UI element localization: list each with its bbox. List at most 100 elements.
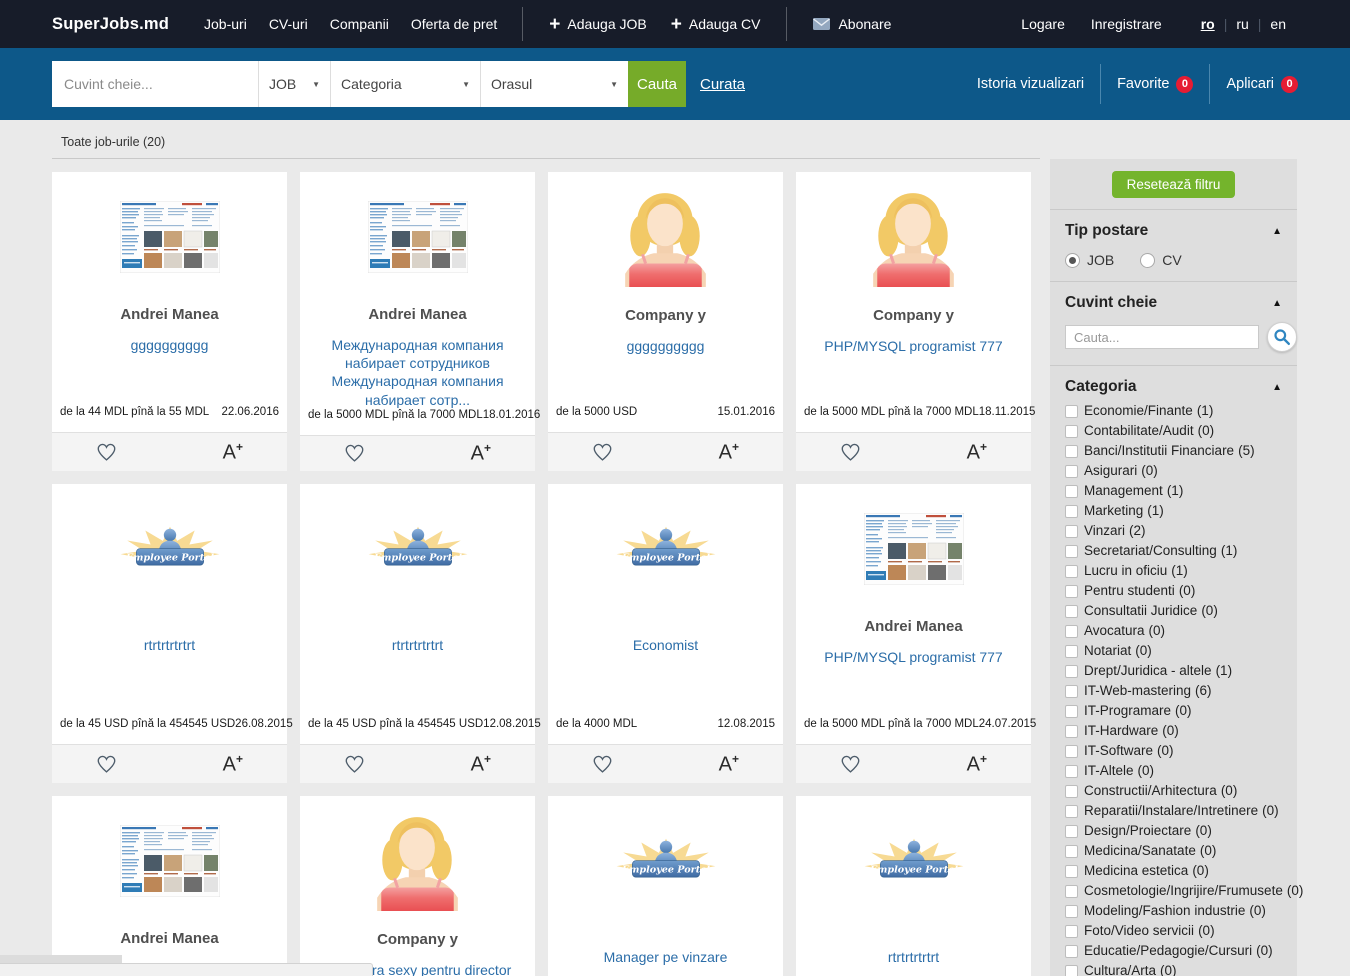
category-filter-item[interactable]: Constructii/Arhitectura (0) xyxy=(1065,784,1282,798)
favorite-button[interactable] xyxy=(344,444,365,463)
job-title-link[interactable]: PHP/MYSQL programist 777 xyxy=(814,337,1012,355)
category-filter-item[interactable]: IT-Software (0) xyxy=(1065,744,1282,758)
status-bubble xyxy=(0,963,373,976)
job-title-link[interactable]: Economist xyxy=(623,636,708,654)
date-text: 12.08.2015 xyxy=(483,718,541,730)
category-filter-item[interactable]: Cosmetologie/Ingrijire/Frumusete (0) xyxy=(1065,884,1282,898)
category-filter-item[interactable]: Pentru studenti (0) xyxy=(1065,584,1282,598)
category-filter-item[interactable]: Reparatii/Instalare/Intretinere (0) xyxy=(1065,804,1282,818)
add-cv-button[interactable]: + Adauga CV xyxy=(659,15,773,34)
svg-text:Employee Portal: Employee Portal xyxy=(868,864,957,875)
category-filter-item[interactable]: Vinzari (2) xyxy=(1065,524,1282,538)
category-filter-item[interactable]: IT-Hardware (0) xyxy=(1065,724,1282,738)
favorite-button[interactable] xyxy=(344,755,365,774)
category-filter-item[interactable]: Design/Proiectare (0) xyxy=(1065,824,1282,838)
category-filter-item[interactable]: Secretariat/Consulting (1) xyxy=(1065,544,1282,558)
nav-item-oferta[interactable]: Oferta de pret xyxy=(400,16,508,32)
job-card: Company y PHP/MYSQL programist 777 de la… xyxy=(796,172,1031,471)
nav-item-cvuri[interactable]: CV-uri xyxy=(258,16,319,32)
nav-item-companii[interactable]: Companii xyxy=(319,16,400,32)
job-title-link[interactable]: rtrtrtrtrtrt xyxy=(134,636,205,654)
apply-button[interactable]: A+ xyxy=(967,440,987,465)
favorite-button[interactable] xyxy=(592,443,613,462)
category-filter-item[interactable]: Management (1) xyxy=(1065,484,1282,498)
job-title-link[interactable]: gggggggggg xyxy=(617,337,715,355)
applications-link[interactable]: Aplicari 0 xyxy=(1226,76,1298,93)
login-link[interactable]: Logare xyxy=(1021,16,1065,32)
job-card: Andrei Manea PHP/MYSQL programist 777 de… xyxy=(796,484,1031,783)
clear-link[interactable]: Curata xyxy=(700,76,745,93)
site-logo[interactable]: SuperJobs.md xyxy=(52,15,169,34)
post-type-section-header[interactable]: Tip postare ▲ xyxy=(1065,222,1282,240)
category-filter-item[interactable]: Consultatii Juridice (0) xyxy=(1065,604,1282,618)
job-title-link[interactable]: PHP/MYSQL programist 777 xyxy=(814,648,1012,666)
category-filter-item[interactable]: Economie/Finante (1) xyxy=(1065,404,1282,418)
radio-cv[interactable]: CV xyxy=(1140,252,1181,268)
category-filter-item[interactable]: Lucru in oficiu (1) xyxy=(1065,564,1282,578)
category-filter-item[interactable]: IT-Web-mastering (6) xyxy=(1065,684,1282,698)
job-title-link[interactable]: Manager pe vinzare xyxy=(594,948,738,966)
add-job-button[interactable]: + Adauga JOB xyxy=(537,15,659,34)
apply-button[interactable]: A+ xyxy=(471,752,491,777)
apply-button[interactable]: A+ xyxy=(719,440,739,465)
favorite-button[interactable] xyxy=(592,755,613,774)
category-filter-item[interactable]: Banci/Institutii Financiare (5) xyxy=(1065,444,1282,458)
apply-button[interactable]: A+ xyxy=(967,752,987,777)
keyword-input[interactable] xyxy=(52,61,258,107)
apply-icon: A+ xyxy=(223,440,243,465)
checkbox-icon xyxy=(1065,765,1078,778)
lang-ru[interactable]: ru xyxy=(1236,16,1248,32)
post-type-select[interactable]: JOB ▼ xyxy=(258,61,330,107)
job-title-link[interactable]: rtrtrtrtrtrt xyxy=(382,636,453,654)
salary-text: de la 5000 MDL pînă la 7000 MDL xyxy=(308,409,483,421)
history-link[interactable]: Istoria vizualizari xyxy=(977,76,1084,92)
apply-button[interactable]: A+ xyxy=(471,441,491,466)
nav-item-joburi[interactable]: Job-uri xyxy=(193,16,258,32)
reset-filter-button[interactable]: Resetează filtru xyxy=(1112,171,1236,198)
svg-text:Employee Portal: Employee Portal xyxy=(372,552,461,563)
job-title-link[interactable]: rtrtrtrtrtrt xyxy=(878,948,949,966)
salary-text: de la 45 USD pînă la 454545 USD xyxy=(308,718,483,730)
city-select[interactable]: Orasul ▼ xyxy=(480,61,628,107)
lang-ro[interactable]: ro xyxy=(1201,16,1215,32)
category-select[interactable]: Categoria ▼ xyxy=(330,61,480,107)
favorite-button[interactable] xyxy=(840,755,861,774)
lang-en[interactable]: en xyxy=(1270,16,1286,32)
apply-button[interactable]: A+ xyxy=(719,752,739,777)
apply-button[interactable]: A+ xyxy=(223,440,243,465)
category-filter-item[interactable]: Medicina/Sanatate (0) xyxy=(1065,844,1282,858)
job-title-link[interactable]: gggggggggg xyxy=(121,336,219,354)
checkbox-icon xyxy=(1065,665,1078,678)
category-filter-item[interactable]: Educatie/Pedagogie/Cursuri (0) xyxy=(1065,944,1282,958)
category-filter-item[interactable]: Contabilitate/Audit (0) xyxy=(1065,424,1282,438)
category-filter-item[interactable]: Drept/Juridica - altele (1) xyxy=(1065,664,1282,678)
category-filter-item[interactable]: Asigurari (0) xyxy=(1065,464,1282,478)
category-filter-item[interactable]: IT-Altele (0) xyxy=(1065,764,1282,778)
category-filter-item[interactable]: IT-Programare (0) xyxy=(1065,704,1282,718)
category-filter-item[interactable]: Medicina estetica (0) xyxy=(1065,864,1282,878)
apply-button[interactable]: A+ xyxy=(223,752,243,777)
job-title-link[interactable]: Международная компания набирает сотрудни… xyxy=(300,336,535,409)
category-section-header[interactable]: Categoria ▲ xyxy=(1065,378,1282,396)
category-filter-item[interactable]: Avocatura (0) xyxy=(1065,624,1282,638)
job-card-image: Employee Portal xyxy=(860,836,968,884)
radio-job[interactable]: JOB xyxy=(1065,252,1114,268)
sidebar-keyword-input[interactable] xyxy=(1065,325,1259,349)
job-card: Andrei Manea PHP/MYSQL programist 777 A+ xyxy=(52,796,287,976)
favorite-button[interactable] xyxy=(96,443,117,462)
category-filter-item[interactable]: Foto/Video servicii (0) xyxy=(1065,924,1282,938)
search-button[interactable]: Cauta xyxy=(628,61,686,107)
job-card: Employee Portal Manager pe vinzare A+ xyxy=(548,796,783,976)
favorites-link[interactable]: Favorite 0 xyxy=(1117,76,1193,93)
category-filter-item[interactable]: Marketing (1) xyxy=(1065,504,1282,518)
sidebar-search-button[interactable] xyxy=(1267,322,1297,352)
favorite-button[interactable] xyxy=(96,755,117,774)
subscribe-button[interactable]: Abonare xyxy=(801,16,903,32)
category-filter-item[interactable]: Notariat (0) xyxy=(1065,644,1282,658)
radio-button-selected xyxy=(1065,253,1080,268)
register-link[interactable]: Inregistrare xyxy=(1091,16,1162,32)
favorite-button[interactable] xyxy=(840,443,861,462)
category-filter-item[interactable]: Cultura/Arta (0) xyxy=(1065,964,1282,976)
category-filter-item[interactable]: Modeling/Fashion industrie (0) xyxy=(1065,904,1282,918)
keyword-section-header[interactable]: Cuvint cheie ▲ xyxy=(1065,294,1282,312)
